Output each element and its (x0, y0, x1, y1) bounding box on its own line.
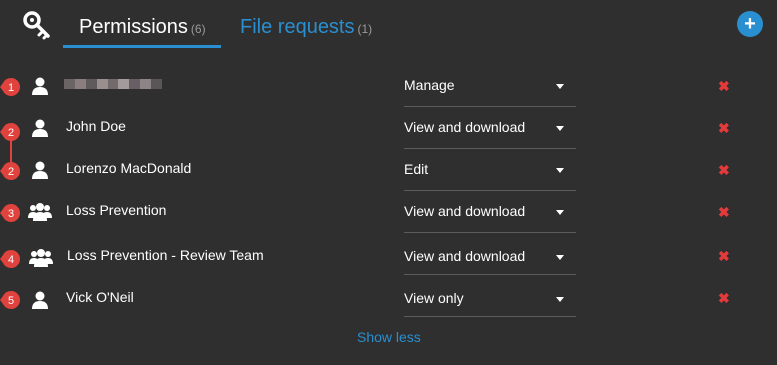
permission-select[interactable]: Manage (404, 66, 576, 107)
permission-select[interactable]: View only (404, 276, 576, 317)
tab-permissions-label: Permissions (79, 16, 188, 38)
tab-bar: Permissions (6) File requests (1) + (0, 0, 777, 50)
permission-value: View and download (404, 203, 526, 219)
remove-icon[interactable]: ✖ (718, 120, 730, 137)
permission-select[interactable]: Edit (404, 150, 576, 191)
remove-icon[interactable]: ✖ (718, 290, 730, 307)
permission-value: View and download (404, 248, 526, 264)
permission-row: 2 Lorenzo MacDonald Edit ✖ (0, 150, 777, 191)
svg-text:2: 2 (8, 166, 14, 178)
step-badge: 4 (0, 250, 20, 268)
tab-file-requests[interactable]: File requests (1) (240, 16, 372, 39)
user-icon (32, 161, 48, 179)
group-name: Loss Prevention (66, 202, 167, 218)
user-icon (32, 119, 48, 137)
user-name: Lorenzo MacDonald (66, 160, 192, 176)
show-less-link[interactable]: Show less (357, 329, 421, 345)
step-badge: 2 (0, 162, 20, 180)
step-badge: 5 (0, 291, 20, 309)
permission-select[interactable]: View and download (404, 234, 576, 275)
key-icon (23, 11, 50, 40)
user-icon (32, 291, 48, 309)
remove-icon[interactable]: ✖ (718, 248, 730, 265)
caret-down-icon (556, 297, 564, 302)
tab-permissions-count: (6) (190, 22, 206, 36)
permission-value: View only (404, 290, 464, 306)
plus-icon: + (744, 13, 756, 35)
caret-down-icon (556, 255, 564, 260)
user-icon (32, 77, 48, 95)
caret-down-icon (556, 168, 564, 173)
remove-icon[interactable]: ✖ (718, 162, 730, 179)
permission-row: 2 John Doe View and download ✖ (0, 108, 777, 149)
caret-down-icon (556, 84, 564, 89)
tab-file-requests-count: (1) (357, 22, 373, 36)
user-name: John Doe (66, 118, 126, 134)
permission-row: 4 Loss Prevention - Review Team View and… (0, 234, 777, 275)
step-badge: 1 (0, 78, 20, 96)
permission-select[interactable]: View and download (404, 108, 576, 149)
remove-icon[interactable]: ✖ (718, 78, 730, 95)
user-name-redacted (64, 79, 163, 89)
svg-text:2: 2 (8, 127, 14, 139)
caret-down-icon (556, 210, 564, 215)
step-badge: 3 (0, 204, 20, 222)
permission-value: Edit (404, 161, 429, 177)
permission-value: Manage (404, 77, 455, 93)
svg-text:5: 5 (8, 295, 14, 307)
tab-permissions[interactable]: Permissions (6) (79, 16, 206, 39)
tab-file-requests-label: File requests (240, 16, 355, 38)
caret-down-icon (556, 126, 564, 131)
permission-select[interactable]: View and download (404, 192, 576, 233)
svg-text:4: 4 (8, 254, 14, 266)
group-name: Loss Prevention - Review Team (67, 247, 264, 263)
permission-value: View and download (404, 119, 526, 135)
remove-icon[interactable]: ✖ (718, 204, 730, 221)
svg-text:3: 3 (8, 208, 14, 220)
step-badge: 2 (0, 123, 20, 141)
group-icon (28, 203, 52, 221)
group-icon (29, 249, 53, 267)
permission-row: 1 Manage ✖ (0, 66, 777, 107)
svg-text:1: 1 (8, 82, 14, 94)
active-tab-indicator (63, 45, 221, 48)
user-name: Vick O'Neil (66, 289, 134, 305)
permission-row: 3 Loss Prevention View and download ✖ (0, 192, 777, 233)
add-button[interactable]: + (737, 11, 763, 37)
permission-row: 5 Vick O'Neil View only ✖ (0, 276, 777, 317)
